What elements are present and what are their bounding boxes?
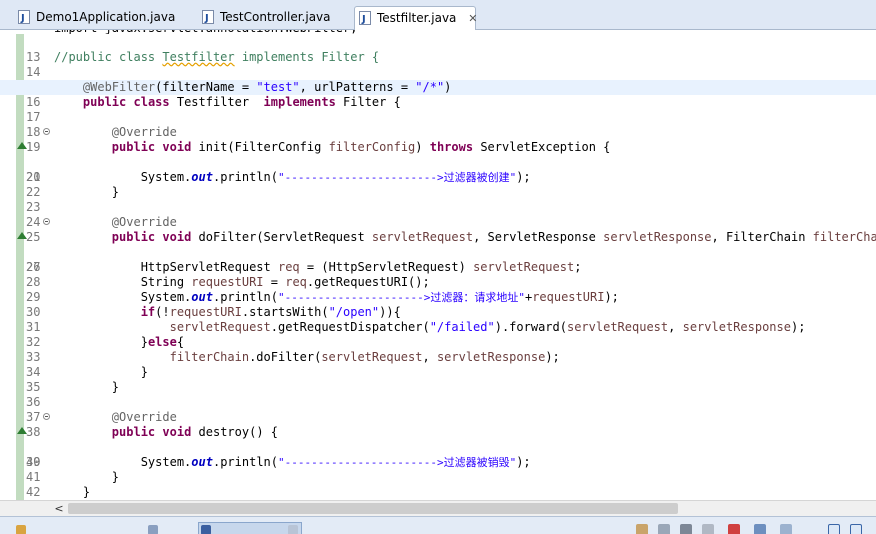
bottom-tab-1[interactable] — [14, 523, 30, 534]
clipped-previous-line: import javax.servlet.annotation.WebFilte… — [0, 30, 876, 34]
code-line-41: 41 System.out.println("-----------------… — [26, 455, 531, 484]
tab-demo1application[interactable]: J Demo1Application.java — [14, 6, 175, 30]
pin-icon[interactable] — [636, 524, 648, 534]
code-line-30: 30 System.out.println("-----------------… — [26, 290, 619, 319]
collapse-icon[interactable] — [43, 128, 50, 135]
code-line-33: 33 }else{ — [26, 335, 185, 364]
tab-testcontroller[interactable]: J TestController.java — [198, 6, 331, 30]
override-marker-icon[interactable] — [17, 232, 27, 239]
tab-label: TestController.java — [220, 10, 331, 24]
tab-label: Demo1Application.java — [36, 10, 176, 24]
code-line-27: 27 — [0, 245, 876, 274]
code-line-29: 29 String requestURI = req.getRequestURI… — [26, 275, 430, 304]
search-icon — [288, 525, 298, 534]
override-marker-icon[interactable] — [17, 142, 27, 149]
code-line-23: 23 } — [26, 185, 120, 214]
override-marker-icon[interactable] — [17, 427, 27, 434]
minimize-icon[interactable] — [828, 524, 840, 534]
code-line-32: 32 servletRequest.getRequestDispatcher("… — [26, 320, 806, 349]
code-line-20: 20 public void init(FilterConfig filterC… — [0, 140, 876, 184]
code-line-22: 22 System.out.println("-----------------… — [26, 170, 531, 199]
stop-icon[interactable] — [658, 524, 670, 534]
bottom-panel-bar — [0, 516, 876, 534]
problems-icon — [16, 525, 26, 534]
tab-testfilter[interactable]: J Testfilter.java ✕ — [354, 6, 477, 31]
horizontal-scrollbar[interactable]: < — [0, 500, 876, 516]
tab-label: Testfilter.java — [377, 11, 457, 25]
code-line-24: 24 — [0, 200, 876, 229]
display-icon[interactable] — [754, 524, 766, 534]
console-icon — [201, 525, 211, 534]
collapse-icon[interactable] — [43, 218, 50, 225]
svg-text:J: J — [204, 13, 209, 24]
code-line-36: 36 } — [26, 380, 120, 409]
code-line-40: 40 — [0, 440, 876, 469]
code-line-35: 35 } — [26, 365, 148, 394]
scrollbar-thumb[interactable] — [68, 503, 678, 514]
code-line-19: 19 @Override — [26, 125, 177, 154]
scroll-left-icon[interactable]: < — [52, 501, 66, 516]
bottom-tab-2[interactable] — [146, 523, 162, 534]
java-file-icon: J — [202, 10, 214, 24]
code-editor[interactable]: import javax.servlet.annotation.WebFilte… — [0, 30, 876, 500]
code-line-13: 13 — [0, 35, 876, 64]
open-console-icon[interactable] — [780, 524, 792, 534]
remove-icon[interactable] — [680, 524, 692, 534]
code-line-42: 42 } — [26, 470, 120, 499]
code-line-26: 26 public void doFilter(ServletRequest s… — [0, 230, 876, 274]
collapse-icon[interactable] — [43, 413, 50, 420]
code-line-38: 38 @Override — [26, 410, 177, 439]
code-line-31: 31 if(!requestURI.startsWith("/open")){ — [26, 305, 401, 334]
code-line-21: 21 — [0, 155, 876, 184]
code-line-28: 28 HttpServletRequest req = (HttpServlet… — [26, 260, 582, 289]
maximize-icon[interactable] — [850, 524, 862, 534]
svg-text:J: J — [20, 13, 25, 24]
code-line-17: 17 public class Testfilter implements Fi… — [26, 95, 401, 124]
code-line-43: 43 } — [82, 485, 91, 499]
code-line-14: 14 //public class Testfilter implements … — [26, 50, 380, 79]
code-line-18: 18 — [0, 110, 876, 139]
code-line-39: 39 public void destroy() { — [0, 425, 876, 469]
code-line-37: 37 — [0, 395, 876, 424]
code-line-34: 34 filterChain.doFilter(servletRequest, … — [26, 350, 560, 379]
bottom-tab-4[interactable] — [286, 523, 302, 534]
svg-text:J: J — [361, 14, 366, 25]
close-icon[interactable]: ✕ — [468, 8, 477, 30]
code-line-15: 15 — [0, 65, 876, 94]
clear-icon[interactable] — [702, 524, 714, 534]
javadoc-icon — [148, 525, 158, 534]
terminate-icon[interactable] — [728, 524, 740, 534]
editor-tab-bar: J Demo1Application.java J TestController… — [0, 0, 876, 31]
java-file-icon: J — [359, 11, 371, 25]
code-line-25: 25 @Override — [26, 215, 177, 244]
code-line-16: 16 @WebFilter(filterName = "test", urlPa… — [0, 80, 876, 109]
java-file-icon: J — [18, 10, 30, 24]
